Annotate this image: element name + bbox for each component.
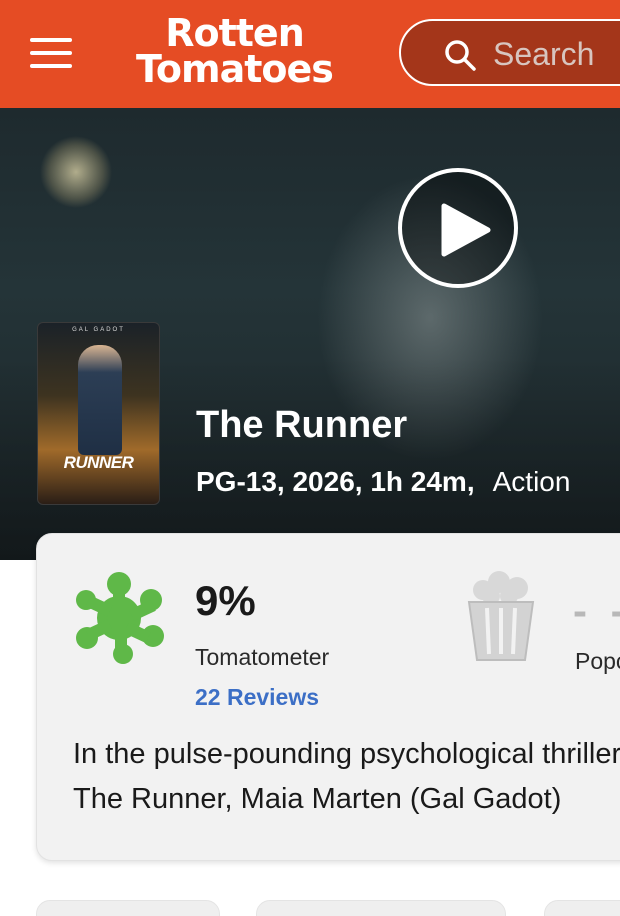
movie-synopsis: In the pulse-pounding psychological thri… — [73, 732, 620, 822]
search-icon — [445, 40, 476, 71]
movie-poster[interactable]: GAL GADOT RUNNER — [37, 322, 160, 505]
rotten-tomatoes-logo[interactable]: Rotten Tomatoes — [112, 14, 357, 94]
section-tab-3[interactable] — [544, 900, 620, 916]
hamburger-menu-icon[interactable] — [30, 36, 74, 70]
section-tab-1[interactable] — [36, 900, 220, 916]
play-icon — [441, 203, 491, 257]
movie-page: Rotten Tomatoes Search GAL GADOT RUNNER … — [0, 0, 620, 916]
reviews-link[interactable]: 22 Reviews — [195, 684, 319, 710]
tomatometer-label: Tomatometer — [195, 644, 330, 670]
popcornmeter-label: Popcornmeter — [575, 648, 620, 674]
section-tab-2[interactable] — [256, 900, 506, 916]
score-card: 9% Tomatometer 22 Reviews - - Popcornmet… — [36, 533, 620, 861]
poster-figure — [78, 345, 122, 455]
poster-actor-name: GAL GADOT — [72, 327, 125, 333]
site-header: Rotten Tomatoes Search — [0, 0, 620, 108]
search-placeholder: Search — [493, 36, 595, 72]
logo-line-2: Tomatoes — [136, 47, 334, 91]
movie-meta: PG-13, 2026, 1h 24m, Action — [196, 466, 570, 498]
empty-popcorn-icon — [467, 571, 535, 661]
tomatometer-score: 9% — [195, 577, 256, 624]
popcornmeter-score: - - — [573, 587, 620, 634]
movie-rating-year-runtime: PG-13, 2026, 1h 24m, — [196, 466, 475, 497]
search-input[interactable]: Search — [399, 19, 620, 86]
poster-title: RUNNER — [63, 453, 134, 472]
play-trailer-button[interactable] — [398, 168, 518, 288]
synopsis-line-1: In the pulse-pounding psychological thri… — [73, 738, 620, 770]
movie-title: The Runner — [196, 404, 408, 446]
synopsis-line-2: The Runner, Maia Marten (Gal Gadot) — [73, 783, 562, 815]
rotten-splat-icon — [76, 572, 164, 664]
hero-trailer: GAL GADOT RUNNER The Runner PG-13, 2026,… — [0, 108, 620, 560]
movie-genre: Action — [492, 466, 571, 497]
